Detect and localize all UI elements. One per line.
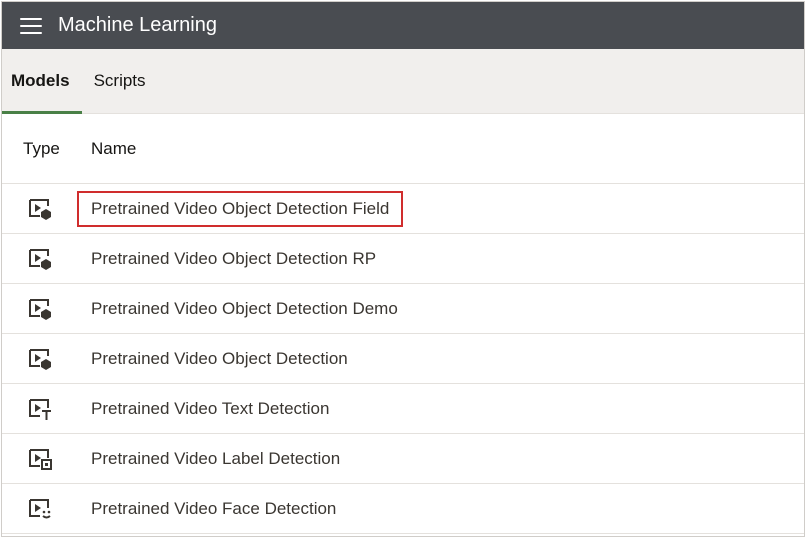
hamburger-menu-icon[interactable] [20, 17, 42, 34]
model-name-link[interactable]: Pretrained Video Object Detection RP [91, 249, 804, 269]
table-header: Type Name [2, 114, 804, 184]
tab-models[interactable]: Models [2, 49, 82, 114]
video-face-detection-icon [28, 497, 54, 521]
model-name-link[interactable]: Pretrained Video Object Detection Field [77, 190, 404, 227]
video-text-detection-icon [28, 397, 54, 421]
model-name-link[interactable]: Pretrained Video Object Detection [91, 349, 804, 369]
column-header-type[interactable]: Type [2, 139, 91, 159]
app-title: Machine Learning [58, 14, 217, 36]
table-row[interactable]: Pretrained Video Text Detection [2, 384, 804, 434]
tab-scripts[interactable]: Scripts [82, 49, 155, 113]
model-name-link[interactable]: Pretrained Video Face Detection [91, 499, 804, 519]
table-row[interactable]: Pretrained Video Face Detection [2, 484, 804, 534]
table-row[interactable]: Pretrained Video Object Detection Demo [2, 284, 804, 334]
video-label-detection-icon [28, 447, 54, 471]
table-row[interactable]: Pretrained Video Label Detection [2, 434, 804, 484]
model-name-link[interactable]: Pretrained Video Text Detection [91, 399, 804, 419]
model-name-link[interactable]: Pretrained Video Label Detection [91, 449, 804, 469]
video-object-detection-icon [28, 347, 54, 371]
tab-bar: Models Scripts [2, 49, 804, 114]
app-header: Machine Learning [2, 2, 804, 49]
column-header-name[interactable]: Name [91, 139, 804, 159]
table-row[interactable]: Pretrained Video Object Detection RP [2, 234, 804, 284]
video-object-detection-icon [28, 197, 54, 221]
table-row[interactable]: Pretrained Video Object Detection [2, 334, 804, 384]
video-object-detection-icon [28, 297, 54, 321]
table-row[interactable]: Pretrained Video Object Detection Field [2, 184, 804, 234]
video-object-detection-icon [28, 247, 54, 271]
app-window: Machine Learning Models Scripts Type Nam… [1, 1, 805, 537]
model-name-link[interactable]: Pretrained Video Object Detection Demo [91, 299, 804, 319]
